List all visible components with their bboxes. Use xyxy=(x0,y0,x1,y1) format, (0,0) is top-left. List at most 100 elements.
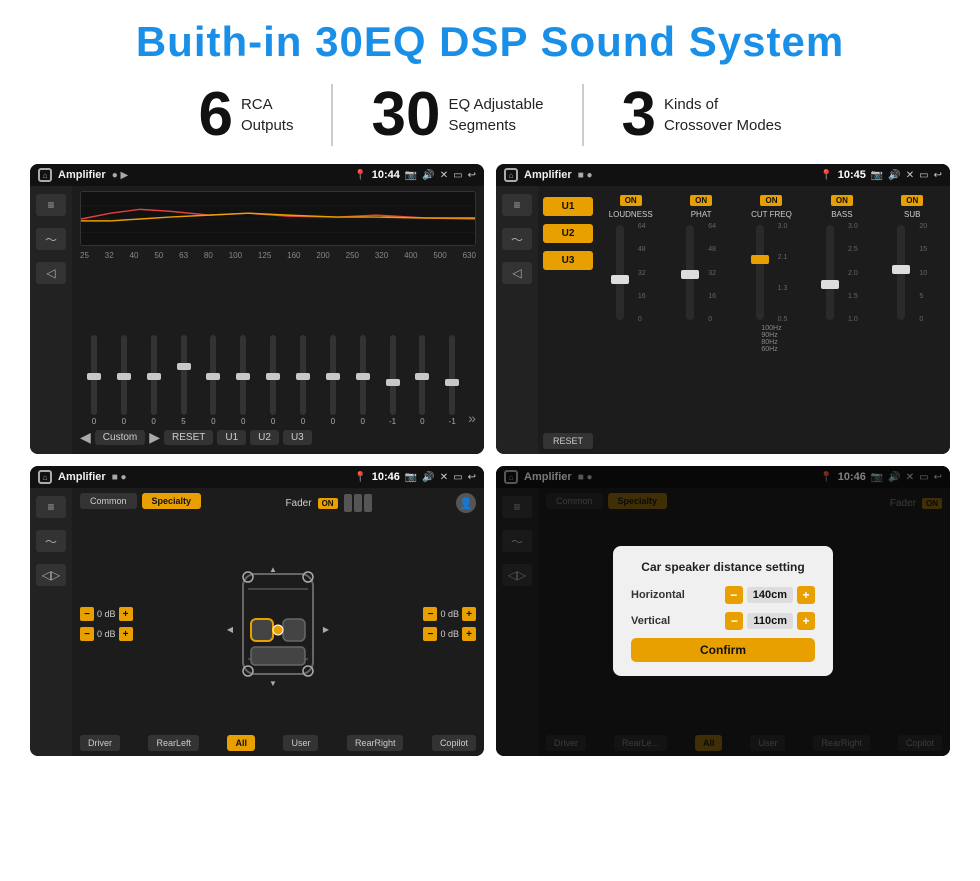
stat-eq: 30 EQ Adjustable Segments xyxy=(333,84,583,146)
eq-slider-1[interactable]: 0 xyxy=(80,335,108,426)
profile-avatar[interactable]: 👤 xyxy=(456,493,476,513)
stat-crossover-desc2: Crossover Modes xyxy=(664,115,782,136)
dialog-title: Car speaker distance setting xyxy=(631,560,815,574)
right-vol-minus-1[interactable]: − xyxy=(423,607,437,621)
stat-rca-number: 6 xyxy=(198,84,232,146)
eq-slider-10[interactable]: 0 xyxy=(349,335,377,426)
left-vol-val-1: 0 dB xyxy=(97,609,116,619)
right-vol-minus-2[interactable]: − xyxy=(423,627,437,641)
eq-slider-13[interactable]: -1 xyxy=(438,335,466,426)
car-diagram: ▲ ▼ ◀ ▶ xyxy=(223,559,333,689)
eq-status-title: Amplifier xyxy=(58,169,106,181)
right-vol-plus-2[interactable]: + xyxy=(462,627,476,641)
right-vol-val-1: 0 dB xyxy=(440,609,459,619)
vertical-plus-btn[interactable]: + xyxy=(797,612,815,630)
common-tab[interactable]: Common xyxy=(80,493,137,509)
u1-button[interactable]: U1 xyxy=(543,197,593,216)
bass-on[interactable]: ON xyxy=(831,195,853,206)
svg-text:▲: ▲ xyxy=(269,565,277,574)
eq-reset-btn[interactable]: RESET xyxy=(164,430,213,445)
home-icon: ⌂ xyxy=(38,168,52,182)
vertical-minus-btn[interactable]: − xyxy=(725,612,743,630)
dialog-overlay: Car speaker distance setting Horizontal … xyxy=(496,466,950,756)
phat-on[interactable]: ON xyxy=(690,195,712,206)
eq-next-btn[interactable]: ▶ xyxy=(149,429,160,446)
user-btn[interactable]: User xyxy=(283,735,318,751)
crossover-reset[interactable]: RESET xyxy=(543,433,593,449)
specialty-tab[interactable]: Specialty xyxy=(142,493,202,509)
fader-label: Fader xyxy=(285,498,311,509)
fader-on-badge[interactable]: ON xyxy=(318,498,338,509)
right-vol-plus-1[interactable]: + xyxy=(462,607,476,621)
eq-expand-arrows[interactable]: » xyxy=(468,410,476,426)
eq-slider-2[interactable]: 0 xyxy=(110,335,138,426)
eq-slider-11[interactable]: -1 xyxy=(379,335,407,426)
sidebar-eq-btn[interactable]: ≡ xyxy=(36,194,66,216)
eq-u3-btn[interactable]: U3 xyxy=(283,430,312,445)
eq-screen-content: ≡ 〜 ◁ xyxy=(30,186,484,454)
sound-icon-3: 🔊 xyxy=(422,472,434,483)
rearright-btn[interactable]: RearRight xyxy=(347,735,404,751)
eq-slider-7[interactable]: 0 xyxy=(259,335,287,426)
left-vol-minus-2[interactable]: − xyxy=(80,627,94,641)
eq-status-time: 10:44 xyxy=(372,169,400,181)
left-vol-plus-2[interactable]: + xyxy=(119,627,133,641)
crossover-controls: ON LOUDNESS 64 48 32 16 xyxy=(598,191,945,449)
crossover-sidebar-wave[interactable]: 〜 xyxy=(502,228,532,250)
x-icon-3: ✕ xyxy=(440,472,448,483)
u2-button[interactable]: U2 xyxy=(543,224,593,243)
eq-slider-6[interactable]: 0 xyxy=(229,335,257,426)
x-icon-2: ✕ xyxy=(906,170,914,181)
all-btn[interactable]: All xyxy=(227,735,255,751)
fader-row: Fader ON xyxy=(285,494,371,512)
eq-custom-btn[interactable]: Custom xyxy=(95,430,145,445)
speaker-sidebar-wave[interactable]: 〜 xyxy=(36,530,66,552)
cutfreq-on[interactable]: ON xyxy=(760,195,782,206)
crossover-sidebar-spk[interactable]: ◁ xyxy=(502,262,532,284)
sound-icon: 🔊 xyxy=(422,170,434,181)
sub-on[interactable]: ON xyxy=(901,195,923,206)
cutfreq-control: ON CUT FREQ 3.0 2.1 1.3 0.5 xyxy=(739,195,804,445)
crossover-status-title: Amplifier xyxy=(524,169,572,181)
eq-slider-12[interactable]: 0 xyxy=(408,335,436,426)
horizontal-minus-btn[interactable]: − xyxy=(725,586,743,604)
stat-rca: 6 RCA Outputs xyxy=(160,84,333,146)
eq-prev-btn[interactable]: ◀ xyxy=(80,429,91,446)
confirm-button[interactable]: Confirm xyxy=(631,638,815,662)
right-vol-1: − 0 dB + xyxy=(423,607,476,621)
page-container: Buith-in 30EQ DSP Sound System 6 RCA Out… xyxy=(0,0,980,881)
right-vol-2: − 0 dB + xyxy=(423,627,476,641)
eq-slider-9[interactable]: 0 xyxy=(319,335,347,426)
left-vol-minus-1[interactable]: − xyxy=(80,607,94,621)
eq-u1-btn[interactable]: U1 xyxy=(217,430,246,445)
sidebar-speaker-btn[interactable]: ◁ xyxy=(36,262,66,284)
eq-slider-3[interactable]: 0 xyxy=(140,335,168,426)
copilot-btn[interactable]: Copilot xyxy=(432,735,476,751)
eq-slider-8[interactable]: 0 xyxy=(289,335,317,426)
crossover-u-buttons: U1 U2 U3 RESET xyxy=(543,191,593,449)
eq-slider-5[interactable]: 0 xyxy=(199,335,227,426)
vertical-value: 110cm xyxy=(747,613,793,629)
rearleft-btn[interactable]: RearLeft xyxy=(148,735,199,751)
horizontal-row: Horizontal − 140cm + xyxy=(631,586,815,604)
eq-u2-btn[interactable]: U2 xyxy=(250,430,279,445)
speaker-status-bar: ⌂ Amplifier ■ ● 📍 10:46 📷 🔊 ✕ ▭ ↩ xyxy=(30,466,484,488)
stat-rca-desc1: RCA xyxy=(241,94,294,115)
speaker-layout: − 0 dB + − 0 dB + xyxy=(80,517,476,731)
eq-bottom-bar: ◀ Custom ▶ RESET U1 U2 U3 xyxy=(80,426,476,449)
horizontal-plus-btn[interactable]: + xyxy=(797,586,815,604)
speaker-sidebar-spk[interactable]: ◁▷ xyxy=(36,564,66,586)
stat-eq-desc1: EQ Adjustable xyxy=(448,94,543,115)
svg-text:▶: ▶ xyxy=(323,625,330,634)
left-vol-plus-1[interactable]: + xyxy=(119,607,133,621)
speaker-sidebar-eq[interactable]: ≡ xyxy=(36,496,66,518)
eq-slider-4[interactable]: 5 xyxy=(170,335,198,426)
camera-icon-2: 📷 xyxy=(871,170,883,181)
loudness-on[interactable]: ON xyxy=(620,195,642,206)
driver-btn[interactable]: Driver xyxy=(80,735,120,751)
stat-crossover: 3 Kinds of Crossover Modes xyxy=(584,84,820,146)
sidebar-wave-btn[interactable]: 〜 xyxy=(36,228,66,250)
battery-icon-2: ▭ xyxy=(919,170,928,181)
u3-button[interactable]: U3 xyxy=(543,251,593,270)
crossover-sidebar-eq[interactable]: ≡ xyxy=(502,194,532,216)
